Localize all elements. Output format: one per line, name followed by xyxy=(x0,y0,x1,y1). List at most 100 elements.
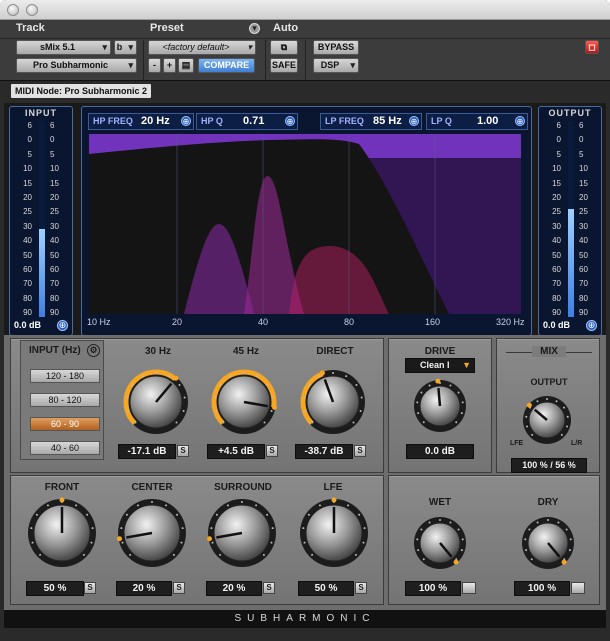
wet-knob[interactable] xyxy=(408,511,472,575)
front-knob[interactable] xyxy=(22,493,102,573)
lfe-value[interactable]: 50 % xyxy=(298,581,354,596)
meter-scale-label: 15 xyxy=(50,178,59,188)
preset-library-button[interactable]: ▤ xyxy=(178,58,194,73)
filter-response-graph[interactable] xyxy=(89,134,521,314)
meter-scale-label: 50 xyxy=(579,250,588,260)
preset-select[interactable]: <factory default> xyxy=(148,40,256,55)
band-30hz-label: 30 Hz xyxy=(144,346,172,357)
meter-scale-label: 50 xyxy=(23,250,32,260)
lp-q-param[interactable]: LP Q 1.00 ⊕ xyxy=(426,113,528,130)
preset-minus-button[interactable]: - xyxy=(148,58,161,73)
drive-value[interactable]: 0.0 dB xyxy=(406,444,474,459)
dsp-power-icon[interactable]: ◻ xyxy=(585,40,599,54)
settings-dial-icon[interactable]: ⚙ xyxy=(87,344,100,357)
meter-scale-label: 15 xyxy=(552,178,561,188)
surround-value[interactable]: 20 % xyxy=(206,581,262,596)
plugin-header: Track Preset Auto ▾ sMix 5.1 b Pro Subha… xyxy=(0,20,610,98)
meter-scale-label: 20 xyxy=(50,193,59,202)
hp-q-link-icon[interactable]: ⊕ xyxy=(285,116,295,126)
meter-scale-label: 30 xyxy=(579,221,588,231)
preset-label: Preset xyxy=(150,22,184,34)
meter-scale-label: 6 xyxy=(50,121,55,130)
wet-value[interactable]: 100 % xyxy=(405,581,461,596)
drive-mode-select[interactable]: Clean I ▼ xyxy=(405,358,475,373)
range-button-80-120[interactable]: 80 - 120 xyxy=(30,393,100,407)
meter-scale-label: 60 xyxy=(50,265,59,274)
band-30hz-solo-button[interactable]: S xyxy=(177,445,189,457)
input-meter-bar xyxy=(39,121,45,317)
meter-scale-label: 30 xyxy=(552,221,561,231)
band-30hz-value[interactable]: -17.1 dB xyxy=(118,444,176,459)
hp-freq-param[interactable]: HP FREQ 20 Hz ⊕ xyxy=(88,113,194,130)
meter-scale-label: 25 xyxy=(23,207,32,217)
range-button-120-180[interactable]: 120 - 180 xyxy=(30,369,100,383)
output-meter-link-icon[interactable]: ⊕ xyxy=(586,320,597,331)
meter-scale-label: 80 xyxy=(23,293,32,303)
dry-knob[interactable] xyxy=(516,511,580,575)
freq-label-320hz: 320 Hz xyxy=(496,317,525,327)
dry-value[interactable]: 100 % xyxy=(514,581,570,596)
hp-freq-link-icon[interactable]: ⊕ xyxy=(181,116,191,126)
lp-q-link-icon[interactable]: ⊕ xyxy=(515,116,525,126)
mix-output-label: OUTPUT xyxy=(530,377,568,387)
surround-solo-button[interactable]: S xyxy=(263,582,275,594)
safe-button[interactable]: SAFE xyxy=(270,58,298,73)
close-window-button[interactable] xyxy=(7,4,19,16)
meter-scale-label: 10 xyxy=(552,164,561,174)
meter-scale-label: 20 xyxy=(23,193,32,202)
track-label: Track xyxy=(16,22,45,34)
direct-value[interactable]: -38.7 dB xyxy=(295,444,353,459)
hp-q-param[interactable]: HP Q 0.71 ⊕ xyxy=(196,113,298,130)
automation-button[interactable]: ⧉ xyxy=(270,40,298,55)
front-solo-button[interactable]: S xyxy=(84,582,96,594)
automation-icon: ⧉ xyxy=(280,42,288,52)
meter-scale-label: 0 xyxy=(556,135,561,145)
lfe-knob[interactable] xyxy=(294,493,374,573)
compare-button[interactable]: COMPARE xyxy=(198,58,255,73)
meter-scale-label: 5 xyxy=(50,149,55,159)
track-channel-select[interactable]: b xyxy=(114,40,137,55)
center-knob[interactable] xyxy=(112,493,192,573)
range-button-40-60[interactable]: 40 - 60 xyxy=(30,441,100,455)
band-45hz-value[interactable]: +4.5 dB xyxy=(207,444,265,459)
lp-freq-label: LP FREQ xyxy=(325,116,364,126)
dsp-select[interactable]: DSP xyxy=(313,58,359,73)
wet-label: WET xyxy=(428,497,452,508)
input-meter-title: INPUT xyxy=(25,108,57,118)
minimize-window-button[interactable] xyxy=(26,4,38,16)
mix-output-value[interactable]: 100 % / 56 % xyxy=(511,458,587,473)
band-30hz-knob[interactable] xyxy=(118,364,194,440)
meter-scale-label: 0 xyxy=(27,135,32,145)
insert-select[interactable]: Pro Subharmonic xyxy=(16,58,137,73)
band-45hz-knob[interactable] xyxy=(206,364,282,440)
bypass-button[interactable]: BYPASS xyxy=(313,40,359,55)
lp-freq-param[interactable]: LP FREQ 85 Hz ⊕ xyxy=(320,113,422,130)
track-select[interactable]: sMix 5.1 xyxy=(16,40,111,55)
front-value[interactable]: 50 % xyxy=(26,581,84,596)
wet-toggle[interactable] xyxy=(462,582,476,594)
meter-scale-label: 10 xyxy=(23,164,32,174)
freq-label-20: 20 xyxy=(172,317,183,327)
mix-output-knob[interactable] xyxy=(517,390,577,450)
lp-q-value: 1.00 xyxy=(477,115,499,127)
surround-knob[interactable] xyxy=(202,493,282,573)
meter-scale-label: 30 xyxy=(23,221,32,231)
chevron-down-icon: ▼ xyxy=(462,360,471,370)
band-45hz-solo-button[interactable]: S xyxy=(266,445,278,457)
center-solo-button[interactable]: S xyxy=(173,582,185,594)
mix-title: MIX xyxy=(532,346,566,357)
mix-lr-label: L/R xyxy=(571,440,583,447)
input-meter-link-icon[interactable]: ⊕ xyxy=(57,320,68,331)
range-button-60-90[interactable]: 60 - 90 xyxy=(30,417,100,431)
preset-menu-icon[interactable]: ▾ xyxy=(249,23,260,34)
plugin-window: Track Preset Auto ▾ sMix 5.1 b Pro Subha… xyxy=(0,0,610,641)
lfe-solo-button[interactable]: S xyxy=(355,582,367,594)
meter-scale-label: 70 xyxy=(579,279,588,289)
dry-toggle[interactable] xyxy=(571,582,585,594)
center-value[interactable]: 20 % xyxy=(116,581,172,596)
lp-freq-link-icon[interactable]: ⊕ xyxy=(409,116,419,126)
direct-solo-button[interactable]: S xyxy=(354,445,366,457)
direct-knob[interactable] xyxy=(295,364,371,440)
drive-knob[interactable] xyxy=(408,374,472,438)
preset-plus-button[interactable]: + xyxy=(163,58,176,73)
